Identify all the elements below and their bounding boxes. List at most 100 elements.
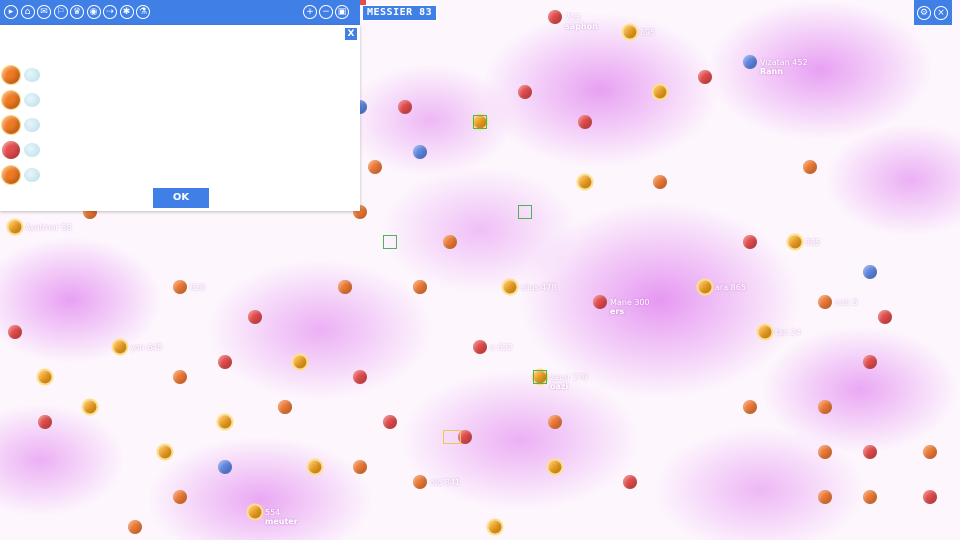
planet-label: zaurl 179 oazi: [550, 373, 588, 391]
planet[interactable]: [803, 160, 817, 174]
planet[interactable]: [743, 55, 757, 69]
planet[interactable]: [338, 280, 352, 294]
planet[interactable]: [306, 458, 324, 476]
research-icon[interactable]: ⚗: [136, 5, 150, 19]
planet[interactable]: [398, 100, 412, 114]
planet[interactable]: [743, 400, 757, 414]
planet[interactable]: [173, 280, 187, 294]
planet[interactable]: [218, 460, 232, 474]
planet[interactable]: [38, 415, 52, 429]
close-icon[interactable]: ×: [934, 6, 948, 20]
planet[interactable]: [923, 490, 937, 504]
planet[interactable]: [353, 460, 367, 474]
zoom-in-icon[interactable]: +: [303, 5, 317, 19]
planet[interactable]: [443, 235, 457, 249]
ok-button[interactable]: OK: [153, 188, 209, 208]
selection-marker[interactable]: [533, 370, 547, 384]
planet[interactable]: [473, 340, 487, 354]
planet-name: tan 24: [775, 328, 801, 337]
planet[interactable]: [353, 370, 367, 384]
planet[interactable]: [156, 443, 174, 461]
planet[interactable]: [863, 445, 877, 459]
dialog-planet-row[interactable]: [2, 141, 62, 161]
planet[interactable]: [878, 310, 892, 324]
top-toolbar: ▸ ⌂ ✉ ⚐ ♛ ◉ ⇢ ✱ ⚗ + − ▣: [0, 0, 360, 26]
planet-label: old 841: [430, 478, 460, 487]
globe-icon[interactable]: ◉: [86, 5, 101, 19]
alliance-icon[interactable]: ♛: [70, 5, 84, 19]
planet[interactable]: [548, 10, 562, 24]
planet-owner: oazi: [550, 382, 569, 391]
planet[interactable]: [578, 115, 592, 129]
planet[interactable]: [6, 218, 24, 236]
planet[interactable]: [291, 353, 309, 371]
dialog-close-button[interactable]: X: [345, 28, 357, 40]
planet[interactable]: [413, 475, 427, 489]
planet[interactable]: [863, 355, 877, 369]
home-icon[interactable]: ⌂: [20, 5, 35, 19]
selection-marker[interactable]: [383, 235, 397, 249]
planet[interactable]: [278, 400, 292, 414]
dialog-planet-row[interactable]: [1, 90, 62, 111]
planet[interactable]: [786, 233, 804, 251]
play-icon[interactable]: ▸: [4, 5, 18, 19]
planet[interactable]: [486, 518, 504, 536]
planet[interactable]: [651, 83, 669, 101]
zoom-out-icon[interactable]: −: [319, 5, 333, 19]
planet-owner: meuter: [265, 517, 298, 526]
planet-name: old 841: [430, 478, 461, 487]
planet[interactable]: [653, 175, 667, 189]
planet-label: 895: [640, 28, 655, 37]
fleet-icon[interactable]: ⚐: [53, 5, 68, 19]
selection-marker[interactable]: [518, 205, 532, 219]
planet[interactable]: [128, 520, 142, 534]
planet[interactable]: [518, 85, 532, 99]
planet[interactable]: [756, 323, 774, 341]
planet[interactable]: [216, 413, 234, 431]
planet[interactable]: [248, 310, 262, 324]
planet[interactable]: [863, 265, 877, 279]
planet[interactable]: [593, 295, 607, 309]
planet[interactable]: [696, 278, 714, 296]
planet[interactable]: [173, 370, 187, 384]
selection-marker[interactable]: [443, 430, 461, 444]
planet[interactable]: [621, 23, 639, 41]
planet[interactable]: [923, 445, 937, 459]
planet[interactable]: [743, 235, 757, 249]
planet[interactable]: [173, 490, 187, 504]
planet[interactable]: [818, 445, 832, 459]
planet[interactable]: [383, 415, 397, 429]
planet-label: Mane 300 ers: [610, 298, 650, 316]
dialog-planet-row[interactable]: [1, 165, 62, 186]
planet[interactable]: [576, 173, 594, 191]
planet[interactable]: [623, 475, 637, 489]
planet[interactable]: [413, 280, 427, 294]
planet[interactable]: [863, 490, 877, 504]
settings-icon[interactable]: ⚙: [917, 6, 931, 20]
planet[interactable]: [81, 398, 99, 416]
planet[interactable]: [218, 355, 232, 369]
planet-label: Vizatan 452 Rann: [760, 58, 808, 76]
planet[interactable]: [548, 415, 562, 429]
planet[interactable]: [818, 295, 832, 309]
sector-name-badge[interactable]: MESSIER 83: [362, 5, 438, 21]
selection-marker[interactable]: [473, 115, 487, 129]
star-icon[interactable]: ✱: [119, 5, 134, 19]
planet[interactable]: [111, 338, 129, 356]
planet[interactable]: [36, 368, 54, 386]
mail-icon[interactable]: ✉: [37, 5, 51, 19]
planet[interactable]: [413, 145, 427, 159]
planet[interactable]: [246, 503, 264, 521]
planet-name: ara 865: [715, 283, 746, 292]
fullscreen-icon[interactable]: ▣: [335, 5, 349, 19]
planet[interactable]: [546, 458, 564, 476]
planet[interactable]: [501, 278, 519, 296]
planet[interactable]: [818, 490, 832, 504]
ship-icon[interactable]: ⇢: [103, 5, 117, 19]
planet[interactable]: [818, 400, 832, 414]
dialog-planet-row[interactable]: [1, 65, 62, 86]
planet[interactable]: [8, 325, 22, 339]
planet[interactable]: [698, 70, 712, 84]
dialog-planet-row[interactable]: [1, 115, 62, 136]
planet[interactable]: [368, 160, 382, 174]
